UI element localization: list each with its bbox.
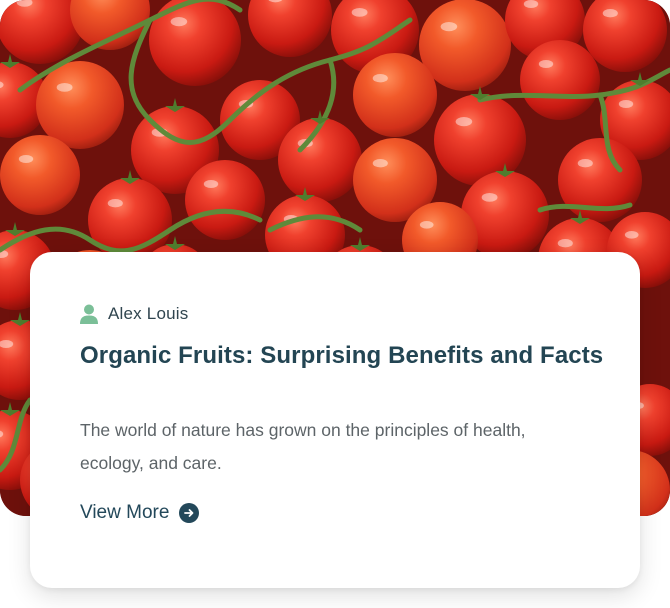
tomato-highlight [557, 239, 573, 248]
tomato-highlight [440, 22, 458, 32]
post-excerpt: The world of nature has grown on the pri… [80, 420, 526, 473]
post-card: Alex Louis Organic Fruits: Surprising Be… [30, 252, 640, 588]
tomato-highlight [56, 83, 73, 92]
tomato-highlight [624, 231, 639, 239]
tomato-highlight [538, 60, 554, 68]
user-icon [80, 304, 98, 324]
tomato [353, 53, 437, 137]
tomato [278, 118, 362, 202]
tomato-highlight [602, 9, 618, 18]
tomato-highlight [372, 74, 388, 83]
tomato [36, 61, 124, 149]
author-name: Alex Louis [108, 304, 189, 323]
post-title[interactable]: Organic Fruits: Surprising Benefits and … [80, 342, 603, 370]
tomato [520, 40, 600, 120]
blog-card-stage: Alex Louis Organic Fruits: Surprising Be… [0, 0, 670, 608]
post-author[interactable]: Alex Louis [80, 304, 188, 324]
tomato-highlight [481, 193, 498, 202]
tomato-highlight [618, 100, 634, 108]
tomato-highlight [577, 159, 593, 168]
tomato-highlight [419, 221, 434, 229]
tomato-highlight [351, 7, 368, 17]
view-more-label: View More [80, 502, 170, 523]
tomato-highlight [372, 159, 388, 168]
tomato-highlight [18, 155, 34, 163]
tomato-highlight [107, 199, 123, 208]
arrow-right-circle-icon [179, 503, 200, 523]
tomato-highlight [455, 117, 473, 127]
tomato-highlight [203, 180, 219, 188]
view-more-link[interactable]: View More [80, 502, 200, 524]
tomato-highlight [170, 17, 188, 27]
tomato-highlight [523, 0, 539, 8]
tomato [0, 135, 80, 215]
tomato [185, 160, 265, 240]
